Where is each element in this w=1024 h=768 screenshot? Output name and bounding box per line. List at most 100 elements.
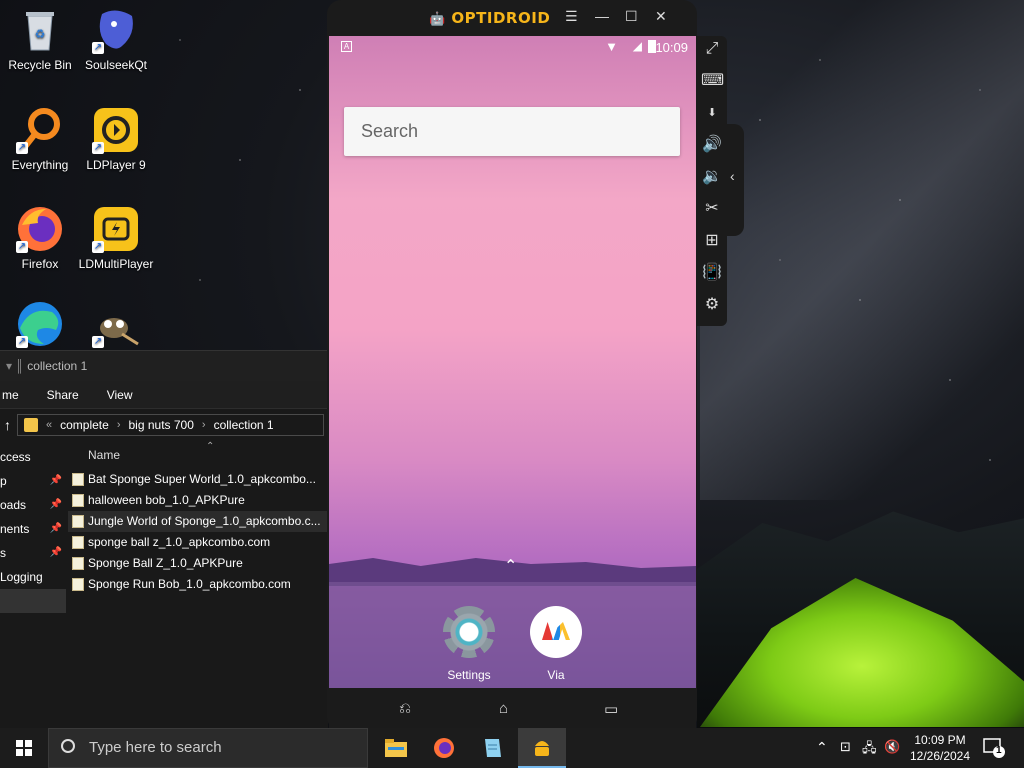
- nav-item-selected[interactable]: [0, 589, 66, 613]
- volume-muted-icon[interactable]: 🔇: [884, 739, 900, 768]
- status-time: 10:09: [655, 40, 688, 55]
- maximize-icon[interactable]: ☐: [625, 8, 638, 25]
- start-button[interactable]: [0, 728, 48, 768]
- breadcrumb-item[interactable]: big nuts 700: [129, 418, 194, 432]
- home-icon[interactable]: ⌂: [499, 700, 508, 717]
- taskbar-file-explorer[interactable]: [372, 728, 420, 768]
- desktop-icon-label: SoulseekQt: [84, 58, 148, 72]
- desktop-icon-firefox[interactable]: ↗ Firefox: [0, 205, 80, 271]
- minimize-icon[interactable]: —: [595, 8, 609, 24]
- breadcrumb-item[interactable]: complete: [60, 418, 109, 432]
- column-header-label: Name: [88, 448, 121, 462]
- volume-down-icon[interactable]: 🔉: [701, 166, 723, 188]
- pin-icon: 📌: [49, 523, 62, 534]
- emulator-window: 🤖 OPTIDROID ☰ — ☐ ✕ A ▼ ◢ 10:09 Search ⌃…: [327, 0, 697, 728]
- nav-item[interactable]: oads 📌: [0, 493, 66, 517]
- column-header-name[interactable]: ⌃ Name: [68, 441, 328, 469]
- nav-item-label: oads: [0, 498, 27, 512]
- desktop-icon-edge[interactable]: ↗: [0, 300, 80, 352]
- file-row[interactable]: sponge ball z_1.0_apkcombo.com: [68, 532, 328, 553]
- fullscreen-icon[interactable]: ⤢: [701, 38, 723, 60]
- app-drawer-chevron-icon[interactable]: ⌃: [504, 556, 517, 576]
- close-icon[interactable]: ✕: [655, 8, 667, 25]
- file-row[interactable]: Jungle World of Sponge_1.0_apkcombo.c...: [68, 511, 328, 532]
- notification-count: 1: [996, 745, 1002, 756]
- android-search-bar[interactable]: Search: [344, 107, 680, 156]
- file-name: Sponge Run Bob_1.0_apkcombo.com: [88, 577, 291, 591]
- recycle-bin-icon: ♻: [16, 6, 64, 54]
- back-icon[interactable]: ⎌: [399, 700, 411, 717]
- soulseek-icon: ↗: [92, 6, 140, 54]
- desktop-icon-soulseek[interactable]: ↗ SoulseekQt: [76, 6, 156, 72]
- sidebar-collapse-tab[interactable]: ‹: [724, 124, 744, 236]
- app-via[interactable]: Via: [516, 606, 596, 682]
- chevron-left-icon[interactable]: ‹: [730, 168, 735, 184]
- shortcut-arrow-icon: ↗: [92, 241, 104, 253]
- nav-item[interactable]: Logging: [0, 565, 66, 589]
- settings-icon[interactable]: ⚙: [701, 294, 723, 316]
- sort-up-icon: ⌃: [206, 441, 215, 452]
- desktop-icon-everything[interactable]: ↗ Everything: [0, 106, 80, 172]
- taskbar-optidroid[interactable]: [518, 728, 566, 768]
- apk-file-icon: [72, 578, 84, 591]
- app-settings[interactable]: Settings: [429, 606, 509, 682]
- edge-icon: ↗: [16, 300, 64, 348]
- taskbar-firefox[interactable]: [420, 728, 468, 768]
- taskbar-notepad[interactable]: [468, 728, 516, 768]
- file-row[interactable]: halloween bob_1.0_APKPure: [68, 490, 328, 511]
- taskbar-search-placeholder: Type here to search: [89, 739, 222, 756]
- desktop-icon-ldmultiplayer[interactable]: ↗ LDMultiPlayer: [76, 205, 156, 271]
- desktop-icon-recycle-bin[interactable]: ♻ Recycle Bin: [0, 6, 80, 72]
- nav-item-label: ccess: [0, 450, 31, 464]
- app-label: Settings: [447, 668, 491, 682]
- notepad-icon: [485, 739, 501, 757]
- file-name: Bat Sponge Super World_1.0_apkcombo...: [88, 472, 316, 486]
- address-bar[interactable]: « complete › big nuts 700 › collection 1: [17, 414, 324, 436]
- address-bar-row: ↑ « complete › big nuts 700 › collection…: [0, 409, 328, 441]
- file-row[interactable]: Bat Sponge Super World_1.0_apkcombo...: [68, 469, 328, 490]
- file-row[interactable]: Sponge Ball Z_1.0_APKPure: [68, 553, 328, 574]
- keyboard-icon[interactable]: ⌨: [701, 70, 724, 92]
- breadcrumb-item[interactable]: collection 1: [214, 418, 274, 432]
- install-apk-icon[interactable]: ⬇: [701, 102, 723, 124]
- emulator-side-toolbar: ⤢ ⌨ ⬇ 🔊 🔉 ✂ ⊞ 📳 ⚙: [697, 36, 727, 326]
- shake-icon[interactable]: 📳: [701, 262, 723, 284]
- apk-file-icon: [72, 494, 84, 507]
- android-status-bar: A ▼ ◢ 10:09: [329, 36, 696, 60]
- explorer-titlebar: ▾ ║ collection 1: [0, 351, 328, 381]
- file-row[interactable]: Sponge Run Bob_1.0_apkcombo.com: [68, 574, 328, 595]
- everything-search-icon: ↗: [16, 106, 64, 154]
- pin-icon: 📌: [49, 499, 62, 510]
- explorer-ribbon: me Share View: [0, 381, 328, 409]
- taskbar-search-box[interactable]: Type here to search: [48, 728, 368, 768]
- recents-icon[interactable]: ▭: [604, 700, 618, 718]
- up-arrow-icon[interactable]: ↑: [4, 417, 11, 433]
- svg-text:♻: ♻: [35, 27, 46, 41]
- android-screen[interactable]: A ▼ ◢ 10:09 Search ⌃ Settings Via: [329, 36, 696, 688]
- ldmultiplayer-icon: ↗: [92, 205, 140, 253]
- tray-app-icon[interactable]: ⊡: [840, 739, 851, 768]
- desktop-icon-ldplayer[interactable]: ↗ LDPlayer 9: [76, 106, 156, 172]
- nav-item[interactable]: nents 📌: [0, 517, 66, 541]
- ribbon-tab-home[interactable]: me: [0, 388, 21, 402]
- multi-instance-icon[interactable]: ⊞: [701, 230, 723, 252]
- menu-icon[interactable]: ☰: [565, 8, 578, 25]
- desktop-icon-label: Everything: [11, 158, 69, 172]
- network-icon[interactable]: 🖧: [862, 739, 877, 768]
- signal-icon: ◢: [632, 39, 642, 53]
- file-explorer-window: ▾ ║ collection 1 me Share View ↑ « compl…: [0, 350, 328, 728]
- screenshot-scissors-icon[interactable]: ✂: [701, 198, 723, 220]
- breadcrumb-overflow[interactable]: «: [46, 419, 52, 431]
- action-center-button[interactable]: 1: [982, 736, 1006, 758]
- nav-item[interactable]: p 📌: [0, 469, 66, 493]
- volume-up-icon[interactable]: 🔊: [701, 134, 723, 156]
- android-icon: [535, 741, 549, 756]
- desktop-icon-label: LDPlayer 9: [86, 158, 146, 172]
- nav-item[interactable]: ccess: [0, 445, 66, 469]
- ribbon-tab-share[interactable]: Share: [45, 388, 81, 402]
- nav-item[interactable]: s 📌: [0, 541, 66, 565]
- desktop-icon-gimp[interactable]: ↗: [76, 300, 156, 352]
- tray-overflow-chevron-icon[interactable]: ⌃: [816, 739, 828, 768]
- taskbar-clock[interactable]: 10:09 PM 12/26/2024: [902, 732, 978, 764]
- ribbon-tab-view[interactable]: View: [105, 388, 135, 402]
